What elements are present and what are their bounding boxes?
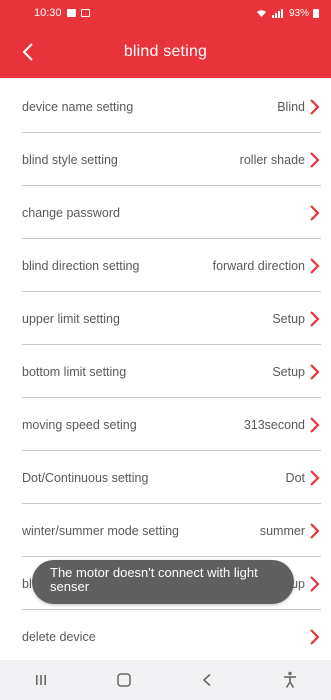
setting-row-blind-direction[interactable]: blind direction setting forward directio… xyxy=(0,239,331,292)
setting-row-blind-style[interactable]: blind style setting roller shade xyxy=(0,133,331,186)
setting-value: summer xyxy=(259,523,305,538)
setting-right: Setup xyxy=(272,363,321,381)
home-icon xyxy=(117,673,131,687)
setting-value: Blind xyxy=(277,99,305,114)
chevron-right-icon xyxy=(310,257,320,274)
nav-back-button[interactable] xyxy=(187,665,227,695)
setting-row-device-name[interactable]: device name setting Blind xyxy=(0,80,331,133)
setting-label: device name setting xyxy=(22,99,134,114)
battery-icon xyxy=(313,8,319,18)
setting-value: Dot xyxy=(285,470,305,485)
setting-row-bottom-limit[interactable]: bottom limit setting Setup xyxy=(0,345,331,398)
chevron-right-icon xyxy=(310,98,320,115)
setting-label: Dot/Continuous setting xyxy=(22,470,149,485)
toast-message: The motor doesn't connect with light sen… xyxy=(32,560,294,604)
setting-label: delete device xyxy=(22,629,96,644)
setting-row-change-password[interactable]: change password xyxy=(0,186,331,239)
setting-right: Dot xyxy=(286,469,321,487)
back-button[interactable] xyxy=(8,26,48,78)
screen: 10:30 93% blind seting device name setti… xyxy=(0,0,331,700)
chevron-right-icon xyxy=(310,310,320,327)
setting-right: forward direction xyxy=(213,257,321,275)
setting-right xyxy=(305,204,321,222)
gallery-notification-icon xyxy=(66,9,76,17)
setting-value: Setup xyxy=(272,364,305,379)
setting-row-delete-device[interactable]: delete device xyxy=(0,610,331,663)
setting-row-winter-summer[interactable]: winter/summer mode setting summer xyxy=(0,504,331,557)
navigation-bar xyxy=(0,660,331,700)
accessibility-icon xyxy=(283,671,296,688)
setting-right: Blind xyxy=(277,98,321,116)
setting-label: blind style setting xyxy=(22,152,118,167)
setting-row-dot-continuous[interactable]: Dot/Continuous setting Dot xyxy=(0,451,331,504)
recent-apps-button[interactable] xyxy=(21,665,61,695)
chevron-right-icon xyxy=(310,522,320,539)
status-left: 10:30 xyxy=(34,7,90,19)
chevron-right-icon xyxy=(310,628,320,645)
chevron-right-icon xyxy=(310,469,320,486)
setting-label: bl xyxy=(22,576,32,591)
accessibility-button[interactable] xyxy=(270,665,310,695)
setting-right: summer xyxy=(260,522,321,540)
app-notification-icon xyxy=(80,9,90,17)
recent-apps-icon xyxy=(36,675,47,685)
page-title: blind seting xyxy=(123,43,208,60)
setting-value: forward direction xyxy=(212,258,305,273)
setting-right: 313second xyxy=(244,416,321,434)
status-time: 10:30 xyxy=(34,7,62,19)
chevron-right-icon xyxy=(310,575,320,592)
setting-row-upper-limit[interactable]: upper limit setting Setup xyxy=(0,292,331,345)
setting-right: roller shade xyxy=(240,151,321,169)
wifi-icon xyxy=(256,9,266,17)
back-icon xyxy=(202,673,211,687)
setting-value: 313second xyxy=(243,417,305,432)
status-bar: 10:30 93% xyxy=(0,0,331,26)
home-button[interactable] xyxy=(104,665,144,695)
chevron-right-icon xyxy=(310,151,320,168)
status-right: 93% xyxy=(256,8,319,19)
battery-percent: 93% xyxy=(288,7,309,19)
setting-label: moving speed seting xyxy=(22,417,137,432)
setting-right xyxy=(305,628,321,646)
chevron-right-icon xyxy=(310,363,320,380)
signal-icon xyxy=(271,8,283,18)
setting-label: upper limit setting xyxy=(22,311,120,326)
setting-value: Setup xyxy=(272,311,305,326)
chevron-left-icon xyxy=(22,43,33,61)
chevron-right-icon xyxy=(310,416,320,433)
setting-label: blind direction setting xyxy=(22,258,140,273)
setting-right: Setup xyxy=(272,310,321,328)
chevron-right-icon xyxy=(310,204,320,221)
setting-label: winter/summer mode setting xyxy=(22,523,180,538)
setting-label: bottom limit setting xyxy=(22,364,127,379)
app-header: blind seting xyxy=(0,26,331,78)
setting-value: roller shade xyxy=(239,152,305,167)
setting-label: change password xyxy=(22,205,120,220)
setting-row-moving-speed[interactable]: moving speed seting 313second xyxy=(0,398,331,451)
